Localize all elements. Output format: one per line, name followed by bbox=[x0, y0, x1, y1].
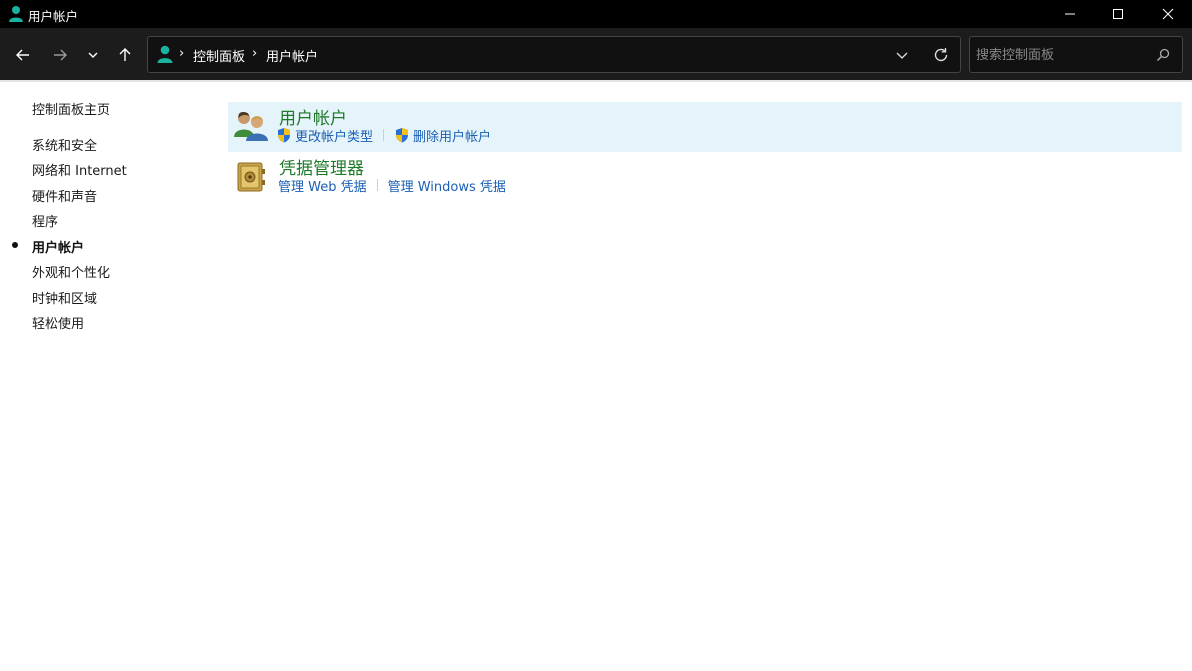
sidebar-item-system-security[interactable]: 系统和安全 bbox=[32, 135, 97, 154]
category-links: 更改帐户类型 删除用户帐户 bbox=[276, 125, 491, 145]
arrow-up-icon bbox=[119, 48, 131, 61]
close-icon bbox=[1162, 8, 1174, 20]
window-title: 用户帐户 bbox=[28, 9, 79, 24]
arrow-right-icon bbox=[54, 49, 67, 61]
sidebar-item-ease-of-access[interactable]: 轻松使用 bbox=[32, 313, 84, 332]
forward-button[interactable] bbox=[47, 42, 73, 68]
category-credential-manager: 凭据管理器 管理 Web 凭据 管理 Windows 凭据 bbox=[228, 152, 1182, 202]
active-item-bullet bbox=[12, 242, 18, 248]
breadcrumb-separator: › bbox=[252, 46, 258, 61]
delete-user-account-label: 删除用户帐户 bbox=[413, 129, 492, 145]
breadcrumb-control-panel[interactable]: 控制面板 bbox=[193, 46, 245, 65]
up-button[interactable] bbox=[112, 42, 138, 68]
sidebar-home-link[interactable]: 控制面板主页 bbox=[32, 99, 110, 118]
title-bar: 用户帐户 bbox=[0, 0, 1192, 28]
manage-windows-credentials-link[interactable]: 管理 Windows 凭据 bbox=[388, 176, 506, 195]
sidebar-item-user-accounts[interactable]: 用户帐户 bbox=[32, 237, 84, 256]
link-separator bbox=[383, 129, 385, 141]
close-button[interactable] bbox=[1144, 0, 1192, 28]
header-divider bbox=[0, 80, 1192, 82]
maximize-icon bbox=[1113, 9, 1123, 19]
vault-icon[interactable] bbox=[232, 157, 270, 195]
navigation-bar: › 控制面板 › 用户帐户 bbox=[0, 28, 1192, 80]
users-icon[interactable] bbox=[232, 107, 270, 145]
address-history-chevron-icon[interactable] bbox=[894, 47, 910, 63]
category-links: 管理 Web 凭据 管理 Windows 凭据 bbox=[278, 175, 506, 195]
category-user-accounts: 用户帐户 更改帐户类型 删除用户帐户 bbox=[228, 102, 1182, 152]
maximize-button[interactable] bbox=[1094, 0, 1142, 28]
sidebar-item-hardware-sound[interactable]: 硬件和声音 bbox=[32, 186, 97, 205]
breadcrumb-separator: › bbox=[179, 46, 185, 61]
sidebar-item-appearance[interactable]: 外观和个性化 bbox=[32, 262, 110, 281]
user-accounts-icon bbox=[157, 45, 173, 63]
change-account-type-label: 更改帐户类型 bbox=[295, 129, 374, 145]
refresh-icon[interactable] bbox=[932, 46, 950, 64]
minimize-button[interactable] bbox=[1046, 0, 1094, 28]
arrow-left-icon bbox=[16, 49, 29, 61]
sidebar-item-network-internet[interactable]: 网络和 Internet bbox=[32, 160, 127, 179]
search-input[interactable] bbox=[976, 45, 1146, 65]
uac-shield-icon bbox=[396, 128, 409, 143]
delete-user-account-link[interactable]: 删除用户帐户 bbox=[394, 126, 491, 145]
address-bar[interactable]: › 控制面板 › 用户帐户 bbox=[147, 36, 961, 73]
recent-locations-button[interactable] bbox=[80, 42, 106, 68]
user-accounts-icon bbox=[9, 6, 23, 22]
change-account-type-link[interactable]: 更改帐户类型 bbox=[276, 126, 373, 145]
breadcrumb-user-accounts[interactable]: 用户帐户 bbox=[266, 46, 318, 65]
minimize-icon bbox=[1065, 13, 1075, 15]
sidebar-item-clock-region[interactable]: 时钟和区域 bbox=[32, 288, 97, 307]
search-icon[interactable] bbox=[1155, 47, 1171, 63]
sidebar-item-programs[interactable]: 程序 bbox=[32, 211, 58, 230]
manage-web-credentials-link[interactable]: 管理 Web 凭据 bbox=[278, 176, 367, 195]
uac-shield-icon bbox=[278, 128, 290, 143]
chevron-down-icon bbox=[88, 52, 98, 58]
link-separator bbox=[376, 179, 378, 191]
search-box[interactable] bbox=[969, 36, 1183, 73]
back-button[interactable] bbox=[10, 42, 36, 68]
